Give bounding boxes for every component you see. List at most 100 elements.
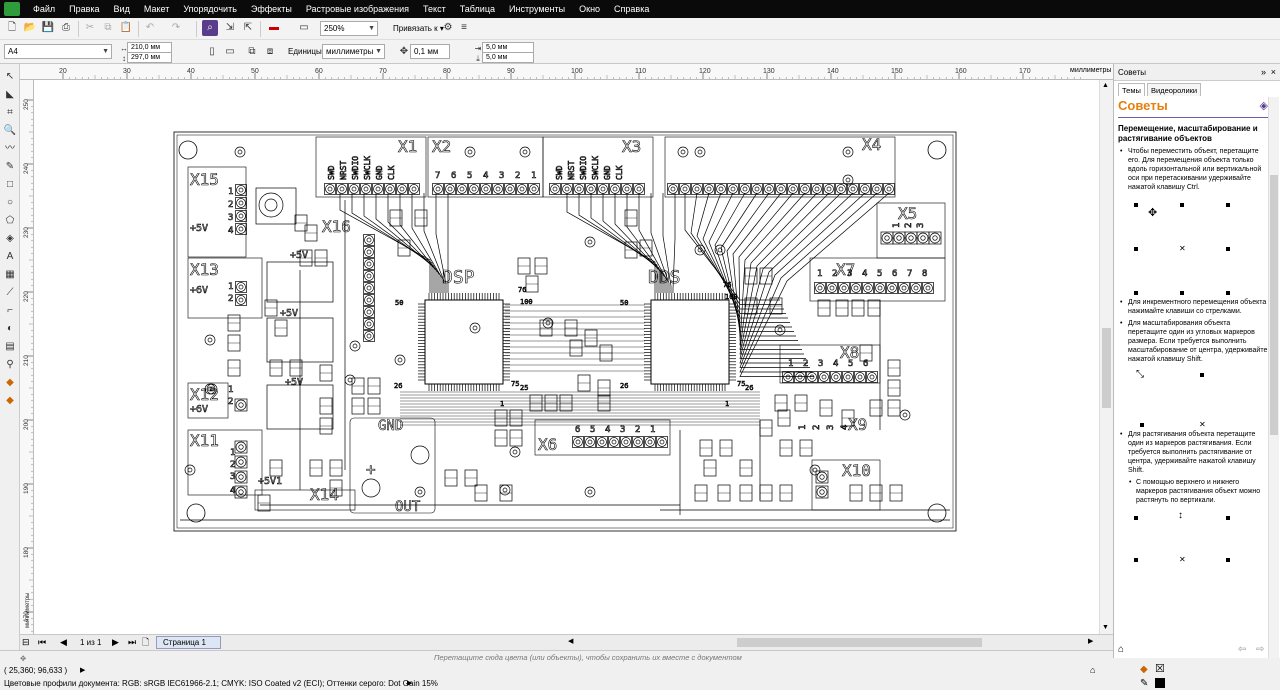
zoom-tool-icon[interactable]: 🔍 [3,124,17,138]
no-fill-icon[interactable]: ☒ [1155,663,1165,675]
menu-item-4[interactable]: Упорядочить [176,0,244,18]
menu-item-9[interactable]: Инструменты [502,0,572,18]
snap-to-button[interactable]: Привязать к ▾ [393,23,444,35]
pad-frame [691,183,703,195]
publish-pdf-icon[interactable]: ▬ [266,20,282,36]
pad [905,232,917,244]
pad [645,437,655,447]
forward-icon[interactable]: ⇨ [1256,644,1264,655]
menu-item-6[interactable]: Растровые изображения [299,0,416,18]
menu-item-0[interactable]: Файл [26,0,62,18]
view-manager-icon[interactable]: ⊟ [22,636,30,648]
close-icon[interactable]: × [1271,64,1276,81]
menu-item-11[interactable]: Справка [607,0,656,18]
undo-icon[interactable]: ↶ [142,20,158,36]
all-pages-icon[interactable]: ⧉ [244,44,260,60]
drawing-canvas[interactable]: X15 X16 X13 X12 X11 X14 X1 X2 X3 X4 X5 X6 X7 X8 X9 X10 D… [34,80,1099,634]
freehand-tool-icon[interactable]: 〰 [3,142,17,156]
duplicate-y-field[interactable]: 5,0 мм [482,52,534,63]
fill-indicator-icon[interactable]: ◆ [1140,664,1148,676]
scroll-down-icon[interactable]: ▼ [1102,624,1109,631]
next-page-icon[interactable]: ▶ [112,636,119,648]
menu-item-10[interactable]: Окно [572,0,607,18]
interactive-tool-icon[interactable]: ◐ [3,322,17,336]
prev-page-icon[interactable]: ◀ [60,636,67,648]
save-icon[interactable]: 💾 [40,20,56,36]
outline-color-swatch[interactable] [1155,678,1165,688]
eyedropper-tool-icon[interactable]: ⚲ [3,358,17,372]
menu-item-5[interactable]: Эффекты [244,0,299,18]
open-icon[interactable]: 📂 [22,20,38,36]
coords-arrow-icon[interactable]: ▶ [80,665,85,677]
pad-hole [841,285,847,291]
docker-scroll-thumb[interactable] [1270,175,1278,435]
artistic-media-icon[interactable]: ✎ [3,160,17,174]
import-icon[interactable]: ⇲ [222,20,238,36]
h-ruler-label: 140 [827,68,839,75]
paste-icon[interactable]: 📋 [118,20,134,36]
page-tab-1[interactable]: Страница 1 [156,636,221,649]
crop-tool-icon[interactable]: ⌗ [3,106,17,120]
vertical-scrollbar[interactable]: ▲ ▼ [1099,80,1113,634]
dimension-tool-icon[interactable]: ⟋ [3,286,17,300]
redo-icon[interactable]: ↷ [168,20,184,36]
scroll-left-icon[interactable]: ◀ [568,636,573,648]
guidelines-icon[interactable]: ≡ [456,20,472,36]
output-jack [410,445,430,465]
fill-tool-icon[interactable]: ◆ [3,376,17,390]
zoom-level-combo[interactable]: 250% ▼ [320,21,378,36]
new-document-icon[interactable]: 🗋 [4,20,20,36]
current-page-icon[interactable]: ⧈ [262,44,278,60]
ellipse-tool-icon[interactable]: ○ [3,196,17,210]
pick-tool-icon[interactable]: ↖ [3,70,17,84]
menu-item-2[interactable]: Вид [107,0,137,18]
transparency-tool-icon[interactable]: ▤ [3,340,17,354]
add-page-icon[interactable]: 🗋 [142,636,149,648]
scroll-up-icon[interactable]: ▲ [1102,82,1109,89]
nudge-distance-field[interactable]: 0,1 мм [410,44,450,59]
docker-scrollbar[interactable] [1268,97,1279,658]
back-icon[interactable]: ⇦ [1238,644,1246,655]
text-tool-icon[interactable]: A [3,250,17,264]
page-height-field[interactable]: 297,0 мм [127,52,172,63]
menu-item-3[interactable]: Макет [137,0,176,18]
collapse-icon[interactable]: » [1261,64,1266,81]
portrait-icon[interactable]: ▯ [204,44,220,60]
landscape-icon[interactable]: ▭ [222,44,238,60]
scroll-right-icon[interactable]: ▶ [1088,636,1093,648]
connector-tool-icon[interactable]: ⌐ [3,304,17,318]
page-size-combo[interactable]: A4 ▼ [4,44,112,59]
v-ruler-label: 190 [23,483,30,494]
basic-shapes-icon[interactable]: ◈ [3,232,17,246]
horizontal-scroll-thumb[interactable] [737,638,982,647]
gear-icon[interactable]: ⚙ [440,20,456,36]
shape-tool-icon[interactable]: ◣ [3,88,17,102]
search-content-icon[interactable]: ⌕ [202,20,218,36]
rectangle-tool-icon[interactable]: □ [3,178,17,192]
outline-indicator-icon[interactable]: ✎ [1140,678,1148,690]
first-page-icon[interactable]: ⏮ [38,636,46,648]
pad [364,259,374,269]
vertical-scroll-thumb[interactable] [1102,328,1111,408]
menu-item-7[interactable]: Текст [416,0,453,18]
cut-icon[interactable]: ✂ [82,20,98,36]
polygon-tool-icon[interactable]: ⬠ [3,214,17,228]
home-icon[interactable]: ⌂ [1118,644,1124,655]
fill-status-icon[interactable]: ⌂ [1090,664,1095,676]
copy-icon[interactable]: ⧉ [100,20,116,36]
menu-item-1[interactable]: Правка [62,0,106,18]
tips-book-icon[interactable]: ◈ [1260,99,1268,112]
tab-topics[interactable]: Темы [1118,83,1145,96]
last-page-icon[interactable]: ⏭ [128,636,136,648]
profiles-arrow-icon[interactable]: ▶ [407,678,412,690]
print-icon[interactable]: ⎙ [58,20,74,36]
smart-fill-icon[interactable]: ◆ [3,394,17,408]
menu-item-8[interactable]: Таблица [453,0,502,18]
units-combo[interactable]: миллиметры ▼ [322,44,385,59]
color-profiles[interactable]: Цветовые профили документа: RGB: sRGB IE… [4,678,438,690]
full-screen-icon[interactable]: ▭ [296,20,312,36]
pcb-drawing[interactable]: X15X16X13X12X11X14X1 X2 X3 X4X5X6X7X8X9X10D… [34,80,1099,634]
tab-videos[interactable]: Видеоролики [1147,83,1202,96]
table-tool-icon[interactable]: ▦ [3,268,17,282]
export-icon[interactable]: ⇱ [240,20,256,36]
